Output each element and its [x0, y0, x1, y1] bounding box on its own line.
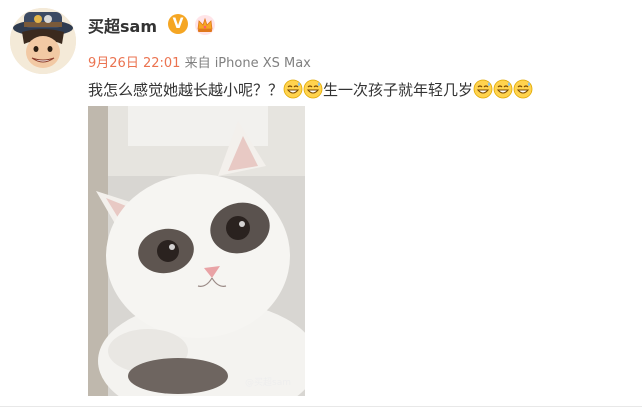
- post-timestamp[interactable]: 9月26日 22:01: [88, 56, 180, 71]
- grin-sweat-emoji-icon: [473, 79, 493, 99]
- grin-sweat-emoji-icon: [493, 79, 513, 99]
- grin-sweat-emoji-icon: [303, 79, 323, 99]
- avatar[interactable]: [10, 8, 76, 74]
- image-watermark: @买超sam: [245, 378, 291, 388]
- verified-icon: V: [168, 14, 188, 34]
- post-source[interactable]: 来自 iPhone XS Max: [185, 56, 311, 71]
- post-meta: 9月26日 22:01 来自 iPhone XS Max: [88, 52, 311, 71]
- grin-sweat-emoji-icon: [513, 79, 533, 99]
- grin-sweat-emoji-icon: [283, 79, 303, 99]
- divider: [0, 406, 642, 407]
- post-text-part-1: 我怎么感觉她越长越小呢？？: [88, 81, 284, 99]
- post-text: 我怎么感觉她越长越小呢？？ 生一次孩子就年轻几岁: [88, 79, 533, 100]
- avatar-illustration: [10, 8, 76, 74]
- post-text-part-2: 生一次孩子就年轻几岁: [323, 81, 474, 99]
- username[interactable]: 买超sam: [88, 13, 157, 37]
- kitten-photo: [88, 106, 305, 396]
- crown-icon[interactable]: [194, 14, 216, 36]
- post-image[interactable]: @买超sam: [88, 106, 305, 396]
